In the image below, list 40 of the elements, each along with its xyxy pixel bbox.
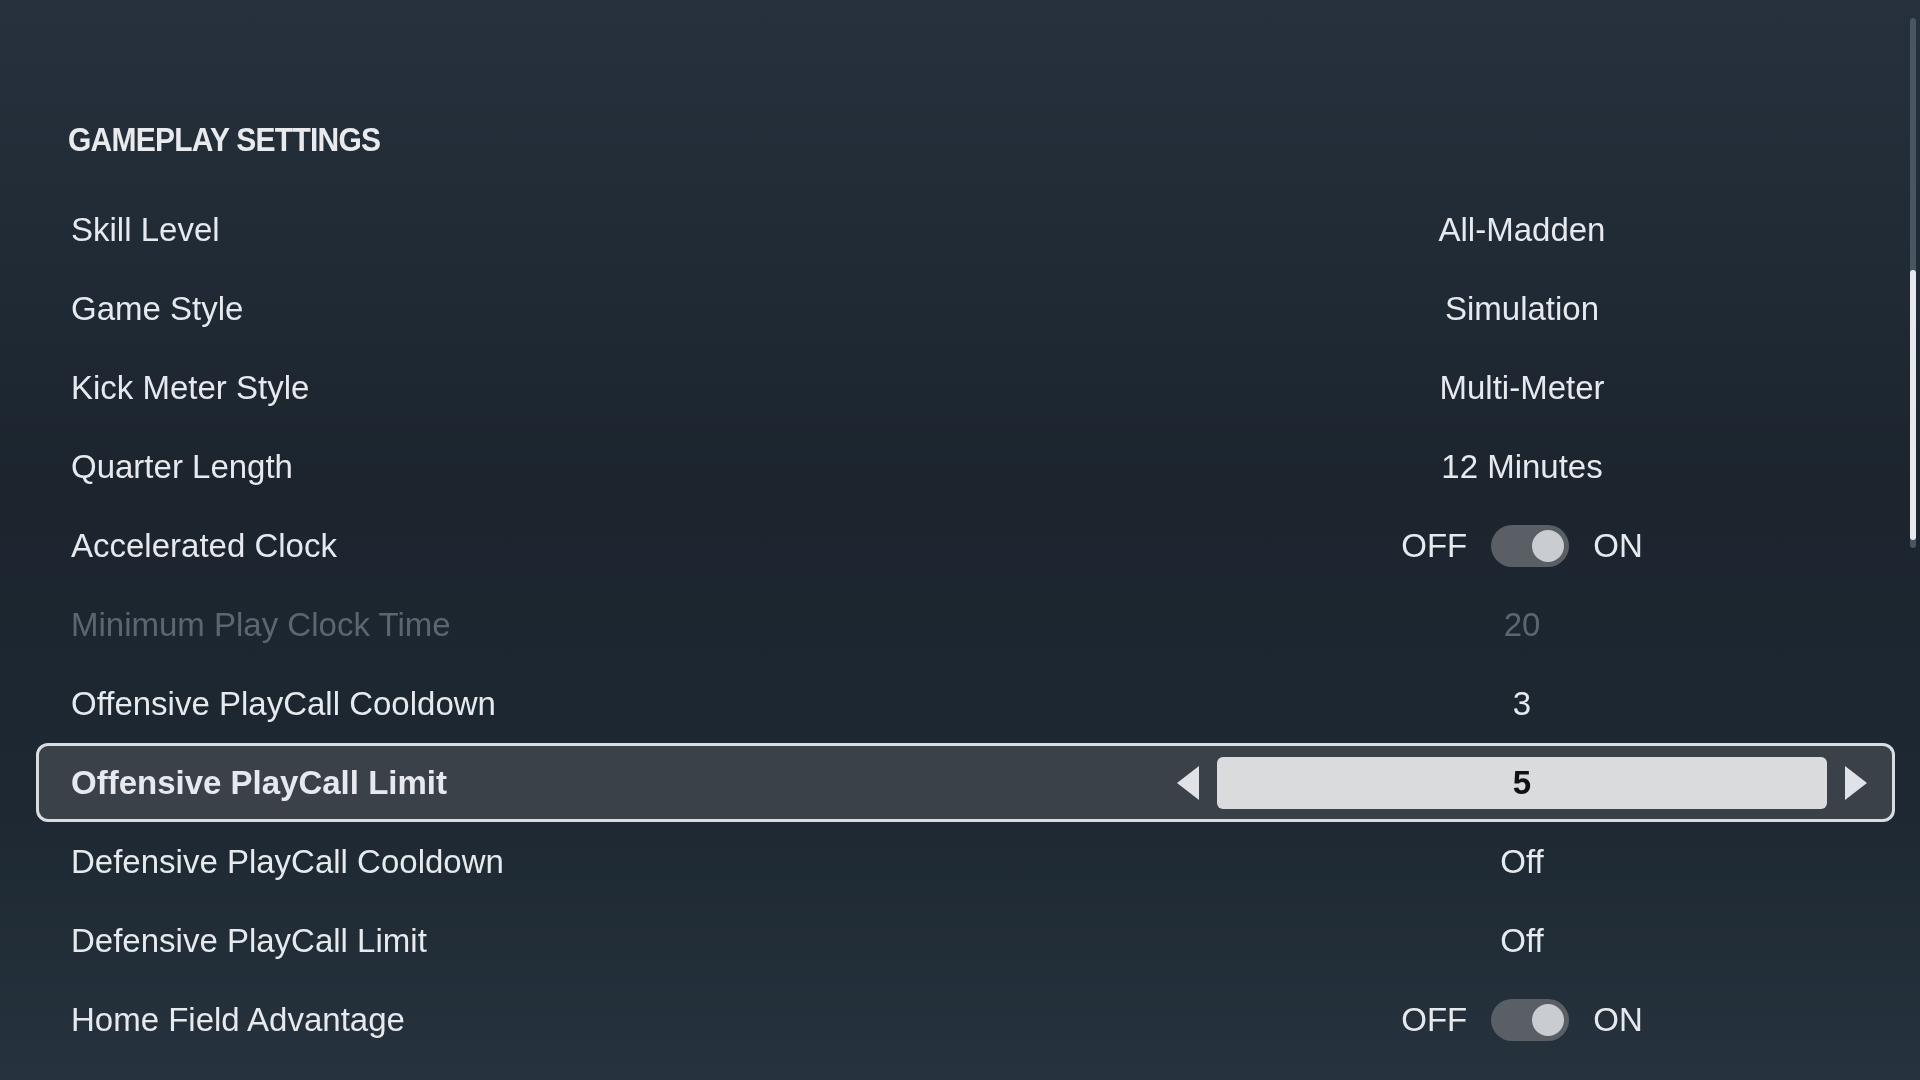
setting-label: Defensive PlayCall Limit bbox=[71, 920, 428, 961]
setting-value: 12 Minutes bbox=[1441, 447, 1603, 485]
setting-label: Offensive PlayCall Limit bbox=[71, 762, 448, 803]
off-label: OFF bbox=[1401, 525, 1468, 566]
setting-row[interactable]: Defensive PlayCall Limit Off bbox=[36, 901, 1895, 980]
setting-label: Accelerated Clock bbox=[71, 525, 338, 566]
scrollbar[interactable] bbox=[1910, 18, 1916, 548]
toggle-switch[interactable] bbox=[1491, 524, 1570, 567]
setting-value: Off bbox=[1500, 921, 1544, 959]
setting-label: Kick Meter Style bbox=[71, 367, 311, 408]
setting-value: Off bbox=[1500, 842, 1544, 880]
setting-label: Game Style bbox=[71, 288, 245, 329]
setting-row[interactable]: Game Style Simulation bbox=[36, 269, 1895, 348]
setting-value: Multi-Meter bbox=[1439, 368, 1605, 406]
setting-label: Offensive PlayCall Cooldown bbox=[71, 683, 497, 724]
toggle-switch[interactable] bbox=[1491, 998, 1570, 1041]
section-title: GAMEPLAY SETTINGS bbox=[68, 120, 381, 160]
setting-row[interactable]: Home Field Advantage OFF ON bbox=[36, 980, 1895, 1059]
setting-value: 3 bbox=[1512, 684, 1532, 722]
setting-label: Quarter Length bbox=[71, 446, 294, 487]
off-label: OFF bbox=[1401, 999, 1468, 1040]
setting-label: Minimum Play Clock Time bbox=[71, 604, 452, 645]
left-arrow-icon[interactable] bbox=[1177, 765, 1199, 800]
value-field: 5 bbox=[1217, 756, 1827, 809]
setting-value: 20 bbox=[1503, 605, 1541, 643]
setting-row[interactable]: Defensive PlayCall Cooldown Off bbox=[36, 822, 1895, 901]
on-label: ON bbox=[1593, 525, 1643, 566]
setting-value: All-Madden bbox=[1438, 210, 1606, 248]
setting-row[interactable]: Offensive PlayCall Cooldown 3 bbox=[36, 664, 1895, 743]
setting-label: Home Field Advantage bbox=[71, 999, 406, 1040]
setting-label: Defensive PlayCall Cooldown bbox=[71, 841, 505, 882]
setting-value: Simulation bbox=[1444, 289, 1600, 327]
setting-row[interactable]: Skill Level All-Madden bbox=[36, 190, 1895, 269]
setting-row[interactable]: Kick Meter Style Multi-Meter bbox=[36, 348, 1895, 427]
setting-label: Skill Level bbox=[71, 209, 221, 250]
setting-row[interactable]: Offensive PlayCall Limit 5 bbox=[36, 743, 1895, 822]
on-label: ON bbox=[1593, 999, 1643, 1040]
setting-row[interactable]: Quarter Length 12 Minutes bbox=[36, 427, 1895, 506]
right-arrow-icon[interactable] bbox=[1845, 765, 1867, 800]
setting-row[interactable]: Accelerated Clock OFF ON bbox=[36, 506, 1895, 585]
